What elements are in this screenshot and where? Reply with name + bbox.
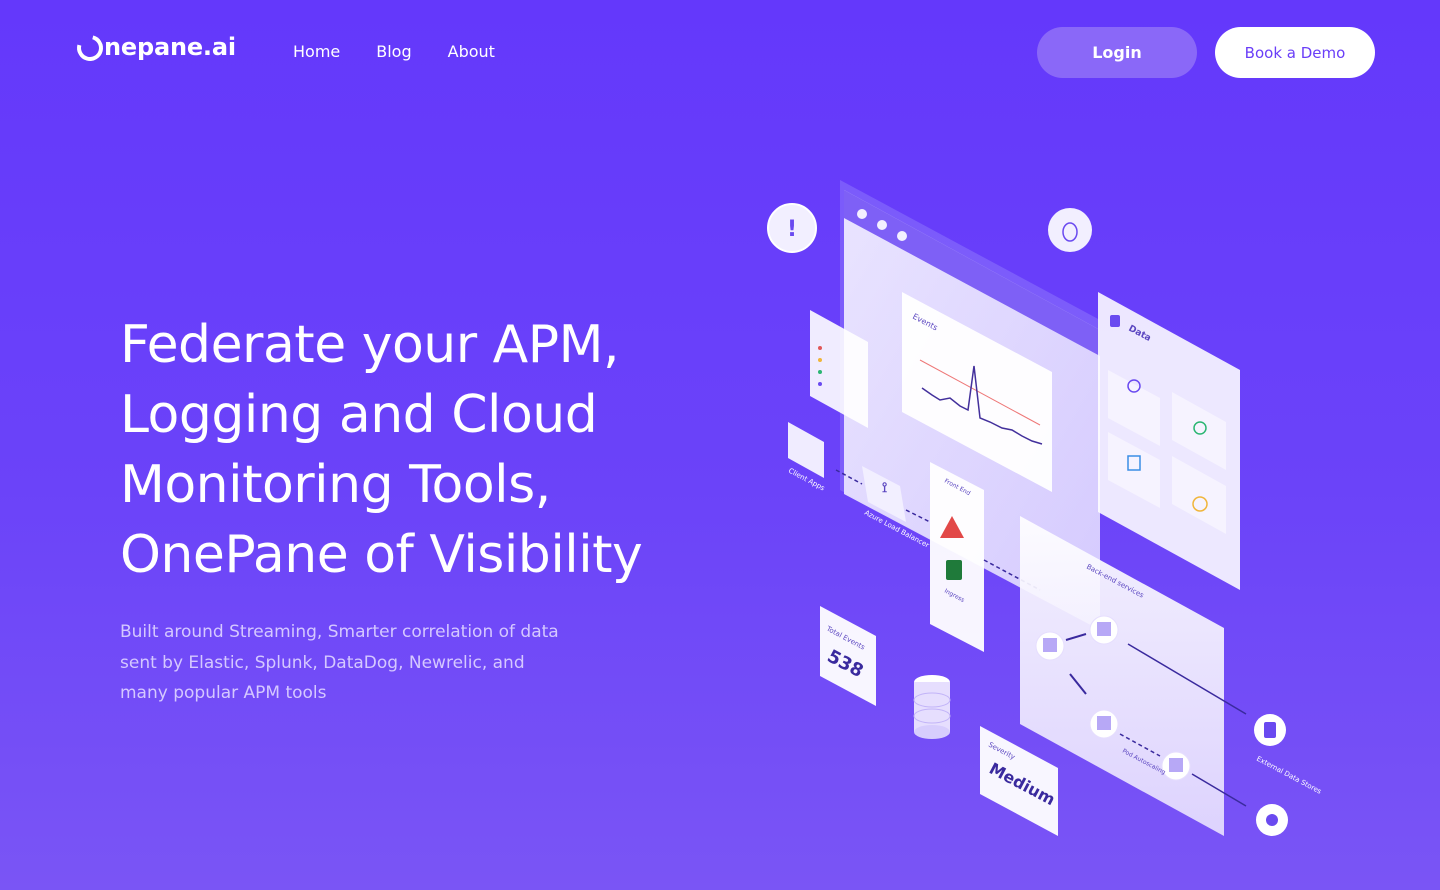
hero-title-line: Monitoring Tools, [120, 455, 551, 515]
logo[interactable]: nepane.ai [72, 30, 236, 66]
external-data-label: External Data Stores [1255, 755, 1323, 796]
data-panel: Data [1098, 292, 1240, 590]
site-header: nepane.ai Home Blog About Login Book a D… [0, 0, 1440, 105]
exclamation-icon: ! [787, 217, 797, 242]
nav-blog-link[interactable]: Blog [376, 42, 411, 61]
hero-title-line: Federate your APM, [120, 315, 620, 375]
hero-subtitle-line: Built around Streaming, Smarter correlat… [120, 622, 559, 642]
main-nav: Home Blog About [293, 42, 495, 61]
isometric-dashboard-illustration: Events Data Client Apps ⟟ Azure Load Bal… [767, 180, 1323, 836]
logo-text: nepane.ai [104, 33, 236, 61]
database-icon [913, 675, 951, 739]
nginx-icon [946, 560, 962, 580]
alert-badge: ! [767, 203, 817, 253]
hero-subtitle-line: many popular APM tools [120, 683, 327, 703]
book-demo-button[interactable]: Book a Demo [1215, 27, 1375, 78]
hero-title-line: OnePane of Visibility [120, 525, 643, 585]
hero-title-line: Logging and Cloud [120, 385, 598, 445]
hero-subtitle-line: sent by Elastic, Splunk, DataDog, Newrel… [120, 652, 525, 673]
logo-ring-icon [72, 30, 108, 66]
total-events-card: Total Events 538 [820, 606, 876, 706]
nav-about-link[interactable]: About [448, 42, 495, 61]
hero-subtitle: Built around Streaming, Smarter correlat… [120, 617, 580, 709]
bug-badge [1048, 208, 1092, 252]
client-apps-node: Client Apps [787, 422, 826, 493]
svg-text:⟟: ⟟ [882, 480, 887, 496]
hero-title: Federate your APM, Logging and Cloud Mon… [120, 310, 720, 590]
external-data-stores-node: External Data Stores [1254, 714, 1323, 836]
hero-illustration: Events Data Client Apps ⟟ Azure Load Bal… [740, 160, 1340, 860]
nav-home-link[interactable]: Home [293, 42, 340, 61]
front-end-column: Front End Ingress [930, 462, 984, 652]
login-button[interactable]: Login [1037, 27, 1197, 78]
severity-card: Severity Medium [980, 726, 1058, 836]
